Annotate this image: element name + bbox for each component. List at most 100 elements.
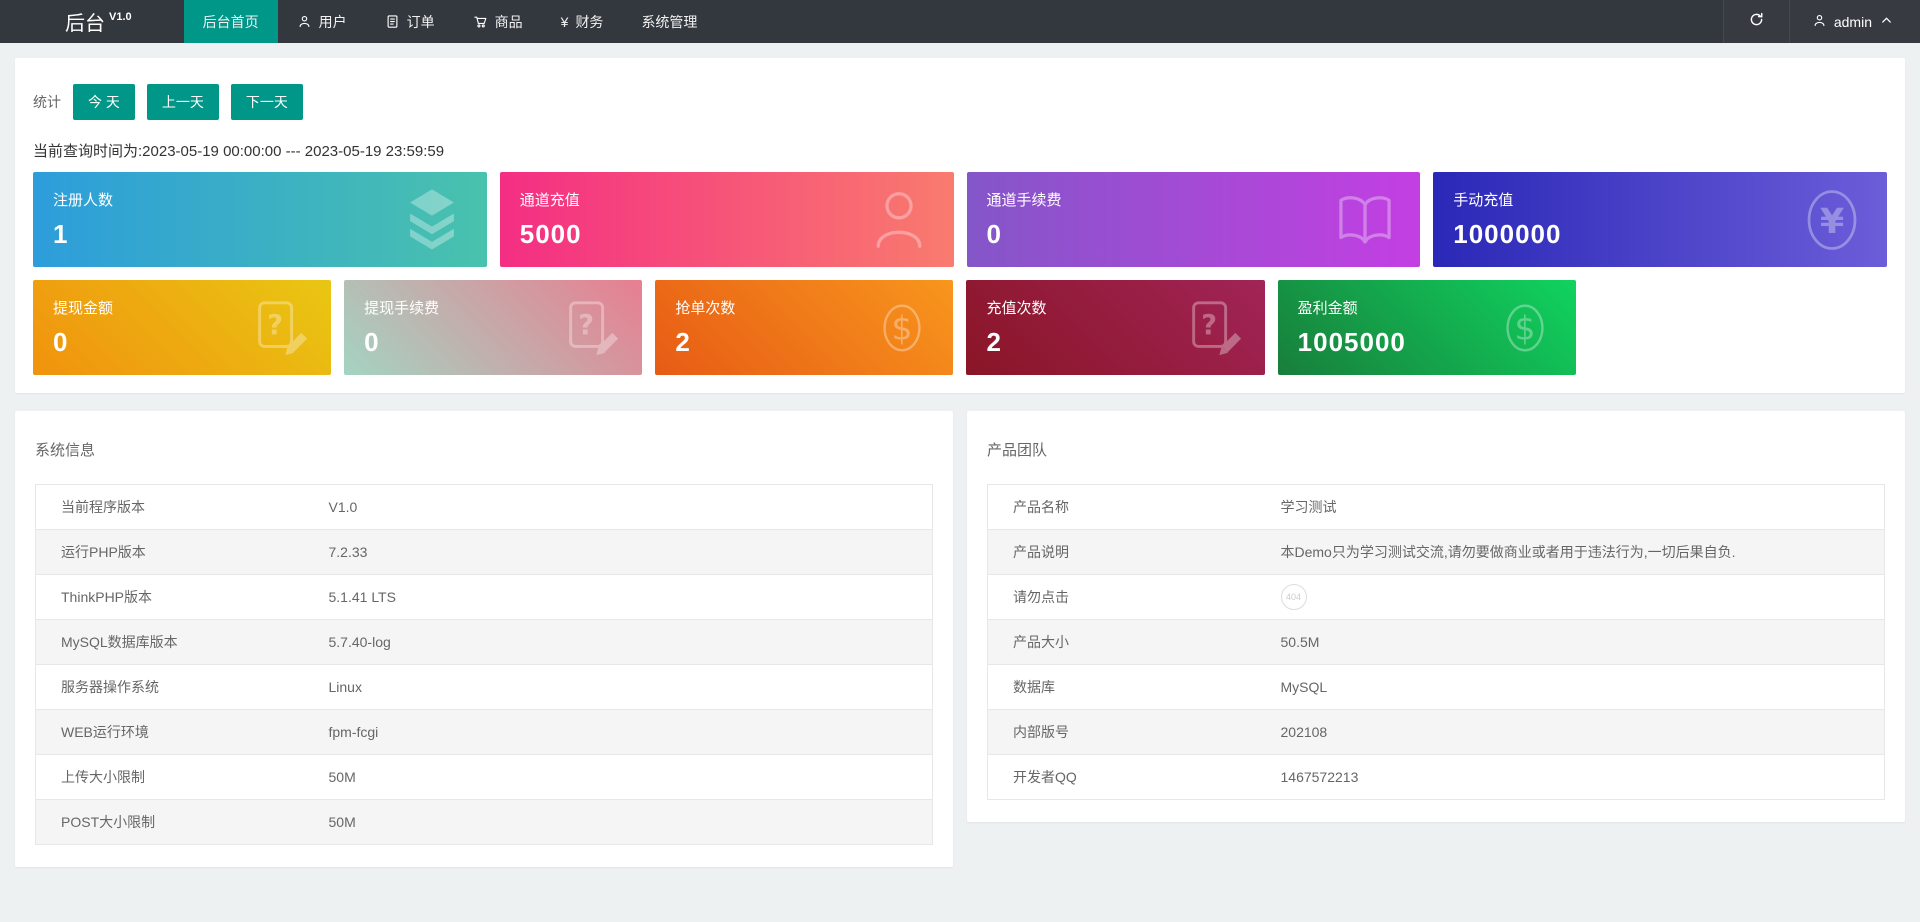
row-label: 产品大小	[987, 619, 1271, 665]
nav-item-home[interactable]: 后台首页	[183, 0, 278, 43]
product-team-panel: 产品团队 产品名称 学习测试 产品说明 本Demo只为学习测试交流,请勿要做商业或者用…	[967, 411, 1905, 822]
row-value: V1.0	[328, 499, 358, 515]
refresh-button[interactable]	[1722, 0, 1789, 43]
range-button-today[interactable]: 今 天	[73, 84, 135, 120]
table-row: MySQL数据库版本 5.7.40-log	[35, 619, 933, 665]
table-row: ThinkPHP版本 5.1.41 LTS	[35, 574, 933, 620]
row-value: 5.1.41 LTS	[318, 574, 933, 620]
user-icon	[1812, 13, 1827, 31]
badge-404[interactable]: 404	[1280, 584, 1307, 610]
dollar-circle-icon: $	[1494, 297, 1556, 359]
book-icon	[1330, 185, 1400, 255]
row-value: 7.2.33	[318, 529, 933, 575]
table-row: WEB运行环境 fpm-fcgi	[35, 709, 933, 755]
nav-item-label: 订单	[406, 13, 435, 30]
row-label: 产品说明	[987, 529, 1271, 575]
file-icon	[385, 14, 400, 29]
stat-card: 通道充值 5000	[499, 172, 954, 267]
table-row: POST大小限制 50M	[35, 799, 933, 845]
brand: 后台 V1.0	[0, 0, 184, 43]
stat-card: 提现手续费 0?	[344, 280, 643, 375]
stat-card: 提现金额 0?	[33, 280, 332, 375]
row-label: 运行PHP版本	[35, 529, 319, 575]
row-label: MySQL数据库版本	[35, 619, 319, 665]
range-button-prev-day[interactable]: 上一天	[146, 84, 219, 120]
svg-text:?: ?	[1201, 309, 1217, 340]
table-row: 运行PHP版本 7.2.33	[35, 529, 933, 575]
page: 后台 V1.0 后台首页 用户 订单 商品 ¥ 财务 系统管理 admin 统计…	[0, 0, 1920, 922]
stat-card: 抢单次数 2 $	[655, 280, 954, 375]
nav-item-users[interactable]: 用户	[278, 0, 366, 43]
stat-card: 充值次数 2?	[966, 280, 1265, 375]
nav-item-finance[interactable]: ¥ 财务	[542, 0, 623, 43]
table-row: 开发者QQ 1467572213	[987, 754, 1885, 800]
row-value: Linux	[318, 664, 933, 710]
row-label: POST大小限制	[35, 799, 319, 845]
table-row: 数据库 MySQL	[987, 664, 1885, 710]
row-label: WEB运行环境	[35, 709, 319, 755]
table-row: 产品大小 50.5M	[987, 619, 1885, 665]
stat-card: 注册人数 1	[33, 172, 487, 267]
row-value: 50M	[318, 754, 933, 800]
bottom-grid: 系统信息 当前程序版本 V1.0 运行PHP版本 7.2.33 ThinkPHP版本 5.…	[15, 411, 1905, 867]
svg-text:?: ?	[579, 309, 595, 340]
svg-text:?: ?	[267, 309, 283, 340]
row-value: 50.5M	[1270, 619, 1885, 665]
nav-item-system[interactable]: 系统管理	[622, 0, 716, 43]
row-value: 50M	[318, 799, 933, 845]
stat-card: 通道手续费 0	[966, 172, 1421, 267]
range-buttons: 今 天上一天 下一天	[73, 84, 315, 120]
row-value: 202108	[1270, 709, 1885, 755]
row-value: MySQL	[1270, 664, 1885, 710]
brand-version: V1.0	[109, 10, 132, 23]
query-time-text: 当前查询时间为:2023-05-19 00:00:00 --- 2023-05-…	[33, 143, 445, 160]
stats-label: 统计	[33, 94, 61, 110]
product-team-table: 产品名称 学习测试 产品说明 本Demo只为学习测试交流,请勿要做商业或者用于违法行为…	[987, 484, 1885, 800]
chevron-up-icon	[1879, 13, 1894, 31]
row-label: 当前程序版本	[61, 499, 145, 515]
user-icon	[297, 14, 312, 29]
yen-icon: ¥	[560, 13, 569, 30]
product-team-title: 产品团队	[987, 442, 1048, 459]
row-label: ThinkPHP版本	[35, 574, 319, 620]
nav-item-label: 商品	[494, 13, 523, 30]
nav-item-goods[interactable]: 商品	[454, 0, 542, 43]
row-label: 服务器操作系统	[35, 664, 319, 710]
row-label: 请勿点击	[987, 574, 1271, 620]
system-info-title: 系统信息	[35, 442, 96, 459]
row-label: 产品名称	[1013, 499, 1069, 515]
svg-text:$: $	[1514, 308, 1535, 347]
stat-cards-row1: 注册人数 1 通道充值 5000 通道手续费 0 手动充值 1000000 ¥	[33, 172, 1887, 267]
nav-item-orders[interactable]: 订单	[366, 0, 454, 43]
username: admin	[1833, 13, 1872, 30]
nav-item-label: 后台首页	[202, 13, 259, 30]
cart-icon	[473, 14, 488, 29]
layers-icon	[397, 185, 467, 255]
system-info-panel: 系统信息 当前程序版本 V1.0 运行PHP版本 7.2.33 ThinkPHP版本 5.…	[15, 411, 953, 867]
stat-card: 手动充值 1000000 ¥	[1433, 172, 1887, 267]
table-row: 请勿点击 404	[987, 574, 1885, 620]
nav-item-label: 财务	[575, 13, 604, 30]
nav-item-label: 系统管理	[641, 13, 698, 30]
row-label: 内部版号	[987, 709, 1271, 755]
system-info-table: 当前程序版本 V1.0 运行PHP版本 7.2.33 ThinkPHP版本 5.1.41 …	[35, 484, 933, 845]
navbar: 后台 V1.0 后台首页 用户 订单 商品 ¥ 财务 系统管理 admin	[0, 0, 1920, 43]
table-row: 服务器操作系统 Linux	[35, 664, 933, 710]
range-button-next-day[interactable]: 下一天	[230, 84, 303, 120]
brand-title: 后台	[65, 13, 105, 35]
row-value: 本Demo只为学习测试交流,请勿要做商业或者用于违法行为,一切后果自负.	[1270, 529, 1885, 575]
stat-card: 盈利金额 1005000 $	[1277, 280, 1576, 375]
person-icon	[864, 185, 934, 255]
doc-question-icon: ?	[249, 297, 311, 359]
table-row: 产品说明 本Demo只为学习测试交流,请勿要做商业或者用于违法行为,一切后果自负.	[987, 529, 1885, 575]
table-row: 内部版号 202108	[987, 709, 1885, 755]
table-row: 当前程序版本 V1.0	[36, 485, 933, 530]
row-value: 404	[1270, 574, 1885, 620]
dollar-circle-icon: $	[871, 297, 933, 359]
refresh-icon	[1748, 11, 1765, 33]
row-value: 1467572213	[1270, 754, 1885, 800]
yuan-circle-icon: ¥	[1797, 185, 1867, 255]
stats-header: 统计 今 天上一天 下一天	[33, 84, 1887, 120]
stat-cards-row2: 提现金额 0? 提现手续费 0? 抢单次数 2 $ 充值次数 2? 盈利金额 1005000 $	[33, 280, 1887, 375]
user-menu[interactable]: admin	[1788, 0, 1920, 43]
